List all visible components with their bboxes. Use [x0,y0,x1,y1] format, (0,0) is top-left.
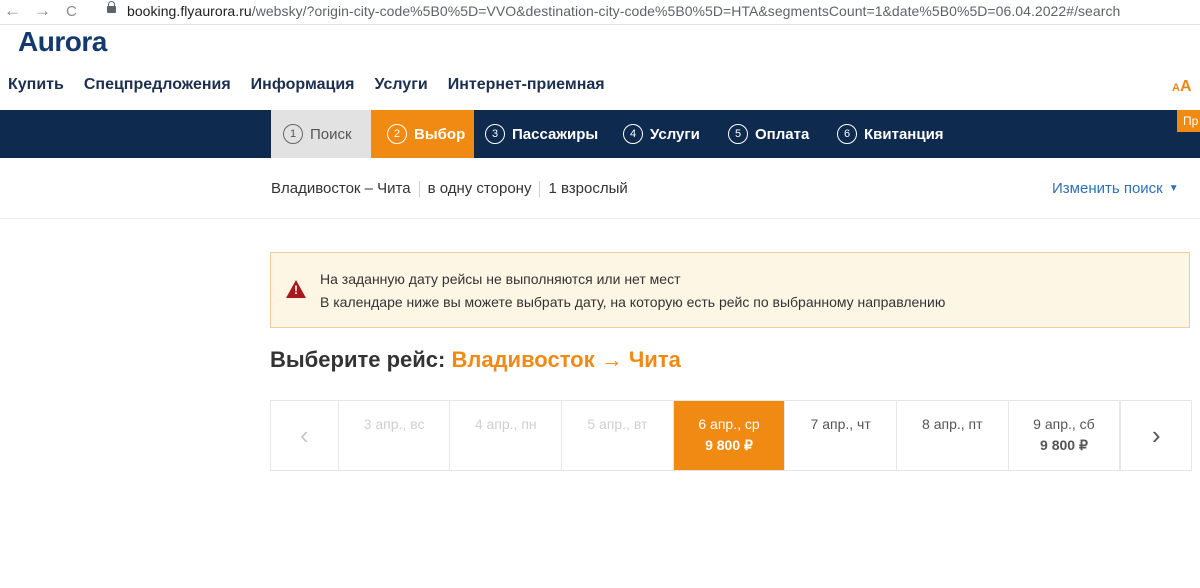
font-size-big[interactable]: A [1180,78,1192,95]
calendar-day[interactable]: 9 апр., сб 9 800 ₽ [1009,401,1121,470]
step-select[interactable]: 2 Выбор [371,110,474,158]
menu-item-offers[interactable]: Спецпредложения [84,76,231,94]
menu-item-info[interactable]: Информация [251,76,355,94]
address-bar[interactable]: booking.flyaurora.ru/websky/?origin-city… [127,3,1120,19]
calendar-day-selected[interactable]: 6 апр., ср 9 800 ₽ [673,401,786,470]
page-title-route: Владивосток → Чита [451,347,681,372]
warning-icon-mark: ! [294,283,298,297]
divider [539,180,541,197]
calendar-day-price: 9 800 ₽ [1040,437,1088,453]
calendar-day-date: 9 апр., сб [1033,416,1095,432]
calendar-day[interactable]: 8 апр., пт [897,401,1009,470]
date-calendar: ‹ 3 апр., вс 4 апр., пн 5 апр., вт 6 апр… [270,400,1192,471]
calendar-day: 5 апр., вт [562,401,674,470]
font-size-small[interactable]: A [1172,82,1180,94]
lock-icon [107,1,116,13]
back-button[interactable]: ← [4,1,21,21]
font-size-toggle[interactable]: AA [1172,78,1192,96]
step-search[interactable]: 1 Поиск [271,110,371,158]
reload-button[interactable]: C [66,2,77,22]
step-label: Выбор [414,125,466,143]
calendar-day: 4 апр., пн [450,401,563,470]
step-label: Квитанция [864,125,944,143]
step-payment[interactable]: 5 Оплата [728,110,809,158]
menu-item-services[interactable]: Услуги [375,76,428,94]
step-number: 6 [837,124,857,144]
warning-text-line2: В календаре ниже вы можете выбрать дату,… [320,294,946,310]
chevron-left-icon[interactable]: ‹ [271,401,339,470]
main-menu: Купить Спецпредложения Информация Услуги… [8,76,625,94]
step-label: Пассажиры [512,125,599,143]
calendar-day-price: 9 800 ₽ [705,437,753,453]
step-label: Оплата [755,125,810,143]
change-search-label: Изменить поиск [1052,180,1163,197]
forward-button[interactable]: → [34,1,51,21]
calendar-day-date: 7 апр., чт [810,416,871,432]
summary-trip-type: в одну сторону [427,180,532,197]
step-number: 2 [387,124,407,144]
step-number: 3 [485,124,505,144]
step-number: 4 [623,124,643,144]
step-number: 5 [728,124,748,144]
step-passengers[interactable]: 3 Пассажиры [485,110,598,158]
divider [0,218,1200,219]
calendar-day[interactable]: 7 апр., чт [785,401,897,470]
step-services[interactable]: 4 Услуги [623,110,700,158]
divider [418,180,420,197]
calendar-day-date: 6 апр., ср [698,416,760,432]
chevron-down-icon: ▼ [1168,183,1179,194]
calendar-day-date: 5 апр., вт [587,416,648,432]
menu-item-reception[interactable]: Интернет-приемная [448,76,605,94]
step-label: Поиск [310,125,352,143]
calendar-day: 3 апр., вс [339,401,451,470]
calendar-day-date: 4 апр., пн [474,416,537,432]
no-flights-warning [270,252,1190,328]
menu-item-buy[interactable]: Купить [8,76,64,94]
aurora-logo[interactable]: Aurora [18,26,107,58]
promo-tab[interactable]: Пр [1177,110,1200,132]
url-path: /websky/?origin-city-code%5B0%5D=VVO&des… [251,3,1121,19]
chevron-right-icon[interactable]: › [1120,401,1191,470]
summary-passengers: 1 взрослый [548,180,628,197]
search-summary: Владивосток – Чита в одну сторону 1 взро… [271,180,628,197]
step-label: Услуги [650,125,700,143]
step-number: 1 [283,124,303,144]
step-receipt[interactable]: 6 Квитанция [837,110,944,158]
url-host: booking.flyaurora.ru [127,3,252,19]
warning-text-line1: На заданную дату рейсы не выполняются ил… [320,271,681,287]
calendar-day-date: 3 апр., вс [363,416,425,432]
page-title: Выберите рейс: Владивосток → Чита [270,347,681,373]
calendar-day-date: 8 апр., пт [922,416,983,432]
change-search-link[interactable]: Изменить поиск ▼ [1052,180,1179,197]
page-title-prefix: Выберите рейс: [270,347,446,372]
booking-steps-bar [0,110,1200,158]
summary-route: Владивосток – Чита [271,180,411,197]
